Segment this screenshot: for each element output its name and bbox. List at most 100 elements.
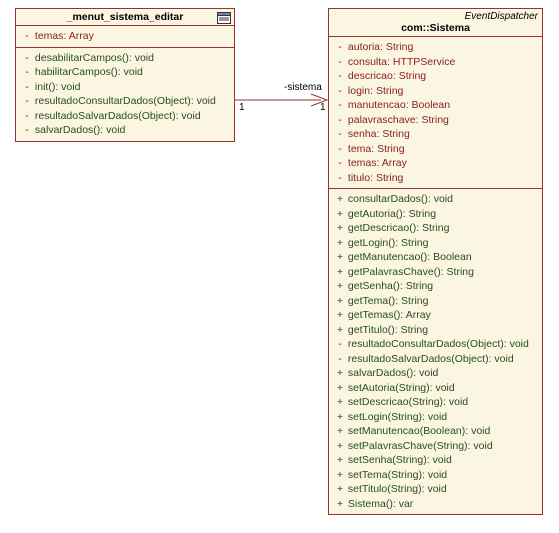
attribute-row: - titulo: String — [335, 171, 536, 186]
type-name: void — [61, 81, 80, 93]
operation-row: + getManutencao(): Boolean — [335, 250, 536, 265]
type-name: void — [471, 425, 490, 437]
visibility-symbol: + — [335, 236, 345, 251]
visibility-symbol: - — [22, 94, 32, 109]
attribute-row: - tema: String — [335, 142, 536, 157]
visibility-symbol: + — [335, 279, 345, 294]
operation-name: resultadoConsultarDados(Object): — [32, 95, 197, 107]
operation-name: resultadoSalvarDados(Object): — [345, 353, 494, 365]
operation-name: setTitulo(String): — [345, 483, 427, 495]
operation-name: getAutoria(): — [345, 208, 409, 220]
visibility-symbol: + — [335, 250, 345, 265]
operation-row: + salvarDados(): void — [335, 366, 536, 381]
visibility-symbol: - — [335, 352, 345, 367]
class-right-stereotype: EventDispatcher — [333, 11, 538, 22]
type-name: String — [409, 208, 436, 220]
class-com-sistema: EventDispatcher com::Sistema - autoria: … — [328, 8, 543, 515]
visibility-symbol: + — [335, 439, 345, 454]
visibility-symbol: - — [335, 98, 345, 113]
operation-name: setDescricao(String): — [345, 396, 449, 408]
type-name: void — [124, 66, 143, 78]
operation-name: setPalavrasChave(String): — [345, 440, 473, 452]
operation-name: Sistema(): — [345, 498, 399, 510]
attribute-name: titulo: — [345, 172, 376, 184]
operation-name: setAutoria(String): — [345, 382, 435, 394]
type-name: String — [401, 324, 428, 336]
operation-row: - resultadoConsultarDados(Object): void — [22, 94, 228, 109]
operation-name: setLogin(String): — [345, 411, 428, 423]
visibility-symbol: + — [335, 192, 345, 207]
visibility-symbol: + — [335, 468, 345, 483]
visibility-symbol: + — [335, 308, 345, 323]
type-name: String — [399, 70, 426, 82]
type-name: String — [377, 143, 404, 155]
operation-row: + getTemas(): Array — [335, 308, 536, 323]
type-name: void — [434, 193, 453, 205]
visibility-symbol: - — [22, 65, 32, 80]
visibility-symbol: + — [335, 482, 345, 497]
operation-name: getDescricao(): — [345, 222, 422, 234]
attribute-name: senha: — [345, 128, 382, 140]
operation-name: setManutencao(Boolean): — [345, 425, 471, 437]
visibility-symbol: + — [335, 323, 345, 338]
type-name: Array — [382, 157, 407, 169]
operation-name: salvarDados(): — [32, 124, 106, 136]
operation-name: getTema(): — [345, 295, 401, 307]
visibility-symbol: - — [335, 55, 345, 70]
operation-name: init(): — [32, 81, 61, 93]
type-name: String — [422, 222, 449, 234]
type-name: String — [401, 295, 428, 307]
attribute-name: tema: — [345, 143, 377, 155]
class-right-attributes: - autoria: String- consulta: HTTPService… — [329, 37, 542, 189]
visibility-symbol: + — [335, 381, 345, 396]
operation-row: + setDescricao(String): void — [335, 395, 536, 410]
visibility-symbol: + — [335, 207, 345, 222]
operation-row: + setManutencao(Boolean): void — [335, 424, 536, 439]
type-name: String — [406, 280, 433, 292]
operation-row: - desabilitarCampos(): void — [22, 51, 228, 66]
class-menut-sistema-editar: _menut_sistema_editar - temas: Array - d… — [15, 8, 235, 142]
operation-row: - resultadoSalvarDados(Object): void — [22, 109, 228, 124]
attribute-name: temas: — [32, 30, 69, 42]
attribute-row: - senha: String — [335, 127, 536, 142]
operation-row: + getTitulo(): String — [335, 323, 536, 338]
visibility-symbol: - — [22, 123, 32, 138]
operation-row: + getAutoria(): String — [335, 207, 536, 222]
visibility-symbol: + — [335, 366, 345, 381]
association-mult-a: 1 — [239, 102, 245, 113]
association-line — [235, 90, 329, 110]
operation-name: getSenha(): — [345, 280, 406, 292]
operation-name: consultarDados(): — [345, 193, 434, 205]
operation-name: setTema(String): — [345, 469, 428, 481]
type-name: void — [510, 338, 529, 350]
visibility-symbol: + — [335, 497, 345, 512]
type-name: HTTPService — [393, 56, 455, 68]
attribute-name: consulta: — [345, 56, 393, 68]
class-left-operations: - desabilitarCampos(): void- habilitarCa… — [16, 48, 234, 141]
class-right-title: com::Sistema — [333, 22, 538, 34]
class-right-operations: + consultarDados(): void + getAutoria(): … — [329, 189, 542, 514]
type-name: void — [181, 110, 200, 122]
visibility-symbol: + — [335, 453, 345, 468]
visibility-symbol: + — [335, 221, 345, 236]
operation-row: + getDescricao(): String — [335, 221, 536, 236]
visibility-symbol: - — [335, 142, 345, 157]
type-name: void — [494, 353, 513, 365]
operation-name: desabilitarCampos(): — [32, 52, 135, 64]
operation-name: getTemas(): — [345, 309, 406, 321]
operation-name: resultadoSalvarDados(Object): — [32, 110, 181, 122]
visibility-symbol: - — [335, 156, 345, 171]
attribute-name: login: — [345, 85, 376, 97]
form-icon — [217, 12, 231, 24]
operation-row: + setSenha(String): void — [335, 453, 536, 468]
operation-row: + setAutoria(String): void — [335, 381, 536, 396]
type-name: void — [473, 440, 492, 452]
type-name: Array — [406, 309, 431, 321]
attribute-name: manutencao: — [345, 99, 412, 111]
operation-row: - habilitarCampos(): void — [22, 65, 228, 80]
type-name: Boolean — [412, 99, 451, 111]
visibility-symbol: + — [335, 265, 345, 280]
type-name: void — [449, 396, 468, 408]
association-label: -sistema — [284, 82, 322, 93]
operation-row: - salvarDados(): void — [22, 123, 228, 138]
